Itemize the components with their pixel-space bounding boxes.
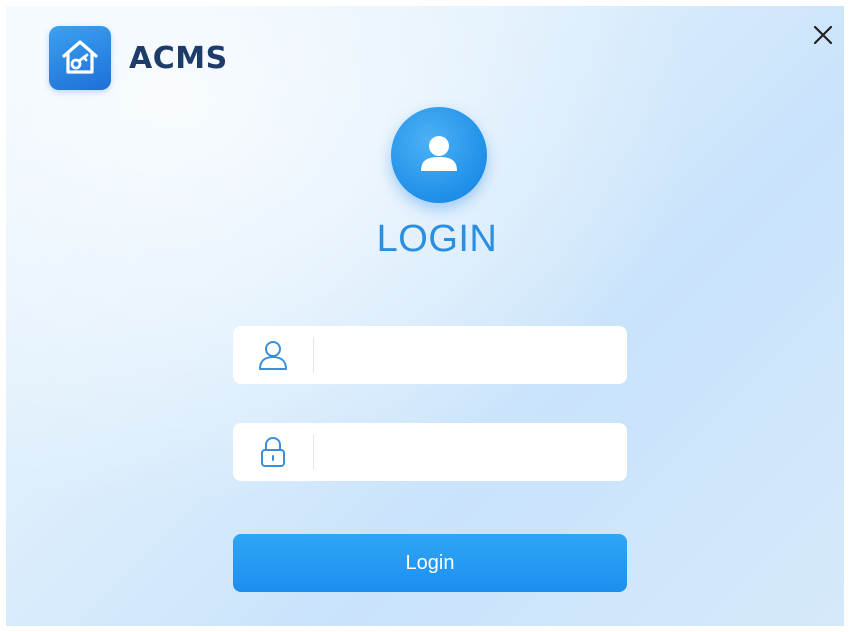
login-title: LOGIN <box>376 218 498 260</box>
user-icon <box>233 326 313 384</box>
background-glow <box>6 6 844 626</box>
login-button[interactable]: Login <box>233 534 627 592</box>
lock-icon <box>233 423 313 481</box>
brand: ACMS <box>49 26 228 90</box>
password-field[interactable] <box>233 423 627 481</box>
username-field[interactable] <box>233 326 627 384</box>
username-input[interactable] <box>314 335 627 375</box>
login-window: ACMS LOGIN Login <box>6 6 844 626</box>
close-icon[interactable] <box>808 20 838 50</box>
password-input[interactable] <box>314 432 627 472</box>
brand-name: ACMS <box>129 40 228 76</box>
house-key-icon <box>49 26 111 90</box>
user-avatar-icon <box>391 107 487 203</box>
